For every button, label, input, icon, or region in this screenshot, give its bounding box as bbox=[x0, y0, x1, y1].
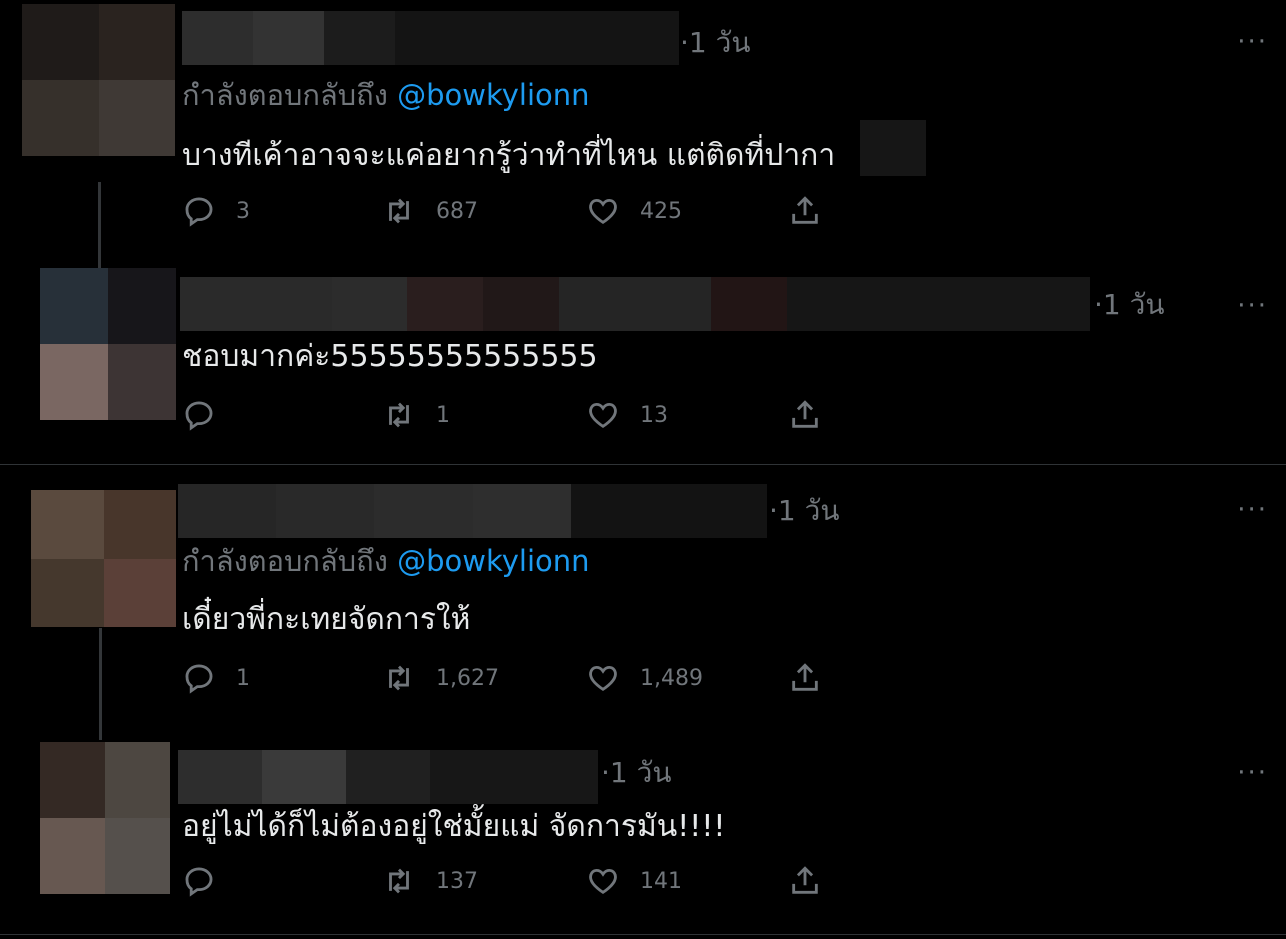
retweet-icon bbox=[389, 868, 409, 894]
redacted-username bbox=[178, 484, 768, 538]
tweet-text: อยู่ไม่ได้ก็ไม่ต้องอยู่ใช่มั้ยแม่ จัดการ… bbox=[182, 809, 726, 844]
reply-count: 3 bbox=[236, 198, 250, 224]
retweet-icon bbox=[389, 402, 409, 428]
redacted-username bbox=[178, 750, 598, 804]
redacted-username bbox=[182, 11, 679, 65]
tweet-time[interactable]: ·1 วัน bbox=[1094, 290, 1164, 320]
tweet-time[interactable]: ·1 วัน bbox=[680, 28, 750, 58]
like-count: 141 bbox=[640, 868, 682, 894]
tweet-3[interactable]: ·1 วัน ··· กำลังตอบกลับถึง @bowkylionn เ… bbox=[0, 466, 1286, 740]
heart-icon bbox=[589, 665, 617, 691]
retweet-icon bbox=[389, 665, 409, 691]
retweet-button[interactable]: 1 bbox=[382, 395, 450, 435]
like-count: 1,489 bbox=[640, 665, 703, 691]
more-icon[interactable]: ··· bbox=[1237, 293, 1268, 319]
reply-icon bbox=[185, 197, 213, 227]
like-count: 13 bbox=[640, 402, 668, 428]
retweet-count: 1 bbox=[436, 402, 450, 428]
divider bbox=[0, 464, 1286, 465]
retweet-button[interactable]: 1,627 bbox=[382, 658, 499, 698]
tweet-text: บางทีเค้าอาจจะแค่อยากรู้ว่าทำที่ไหน แต่ต… bbox=[182, 138, 836, 173]
avatar[interactable] bbox=[31, 490, 176, 627]
tweet-2[interactable]: ·1 วัน ··· ชอบมากค่ะ55555555555555 1 13 bbox=[0, 262, 1286, 462]
reply-button[interactable] bbox=[182, 395, 236, 435]
tweet-time[interactable]: ·1 วัน bbox=[769, 496, 839, 526]
thread-line bbox=[98, 182, 101, 268]
reply-icon bbox=[185, 401, 213, 431]
retweet-icon bbox=[389, 198, 409, 224]
share-icon bbox=[792, 196, 818, 224]
like-button[interactable]: 141 bbox=[586, 861, 682, 901]
avatar[interactable] bbox=[22, 4, 175, 156]
reply-icon bbox=[185, 867, 213, 897]
reply-button[interactable]: 1 bbox=[182, 658, 250, 698]
redacted-username bbox=[180, 277, 1090, 331]
tweet-actions: 137 141 bbox=[182, 861, 842, 901]
more-icon[interactable]: ··· bbox=[1237, 29, 1268, 55]
replying-to: กำลังตอบกลับถึง @bowkylionn bbox=[182, 78, 590, 112]
avatar[interactable] bbox=[40, 268, 176, 420]
replying-to-label: กำลังตอบกลับถึง bbox=[182, 544, 388, 578]
reply-count: 1 bbox=[236, 665, 250, 691]
retweet-button[interactable]: 137 bbox=[382, 861, 478, 901]
share-button[interactable] bbox=[788, 395, 822, 435]
share-icon bbox=[792, 663, 818, 691]
divider bbox=[0, 934, 1286, 935]
share-button[interactable] bbox=[788, 658, 822, 698]
share-button[interactable] bbox=[788, 191, 822, 231]
replying-to-handle[interactable]: @bowkylionn bbox=[397, 78, 589, 112]
tweet-actions: 1 1,627 1,489 bbox=[182, 658, 842, 698]
redacted-text bbox=[860, 120, 926, 176]
replying-to-handle[interactable]: @bowkylionn bbox=[397, 544, 589, 578]
reply-button[interactable] bbox=[182, 861, 236, 901]
tweet-4[interactable]: ·1 วัน ··· อยู่ไม่ได้ก็ไม่ต้องอยู่ใช่มั้… bbox=[0, 728, 1286, 934]
tweet-1[interactable]: ·1 วัน ··· กำลังตอบกลับถึง @bowkylionn บ… bbox=[0, 0, 1286, 268]
retweet-count: 1,627 bbox=[436, 665, 499, 691]
more-icon[interactable]: ··· bbox=[1237, 497, 1268, 523]
heart-icon bbox=[589, 198, 617, 224]
reply-button[interactable]: 3 bbox=[182, 191, 250, 231]
like-button[interactable]: 1,489 bbox=[586, 658, 703, 698]
tweet-time[interactable]: ·1 วัน bbox=[601, 758, 671, 788]
retweet-count: 137 bbox=[436, 868, 478, 894]
tweet-text: เดี๋ยวพี่กะเทยจัดการให้ bbox=[182, 602, 471, 637]
avatar[interactable] bbox=[40, 742, 170, 894]
more-icon[interactable]: ··· bbox=[1237, 760, 1268, 786]
tweet-actions: 1 13 bbox=[182, 395, 842, 435]
like-button[interactable]: 13 bbox=[586, 395, 668, 435]
like-button[interactable]: 425 bbox=[586, 191, 682, 231]
retweet-count: 687 bbox=[436, 198, 478, 224]
retweet-button[interactable]: 687 bbox=[382, 191, 478, 231]
share-button[interactable] bbox=[788, 861, 822, 901]
share-icon bbox=[792, 866, 818, 894]
share-icon bbox=[792, 400, 818, 428]
thread-line bbox=[99, 628, 102, 740]
reply-icon bbox=[185, 664, 213, 694]
tweet-text: ชอบมากค่ะ55555555555555 bbox=[182, 339, 598, 374]
replying-to-label: กำลังตอบกลับถึง bbox=[182, 78, 388, 112]
replying-to: กำลังตอบกลับถึง @bowkylionn bbox=[182, 544, 590, 578]
tweet-actions: 3 687 425 bbox=[182, 191, 842, 231]
heart-icon bbox=[589, 868, 617, 894]
heart-icon bbox=[589, 402, 617, 428]
like-count: 425 bbox=[640, 198, 682, 224]
